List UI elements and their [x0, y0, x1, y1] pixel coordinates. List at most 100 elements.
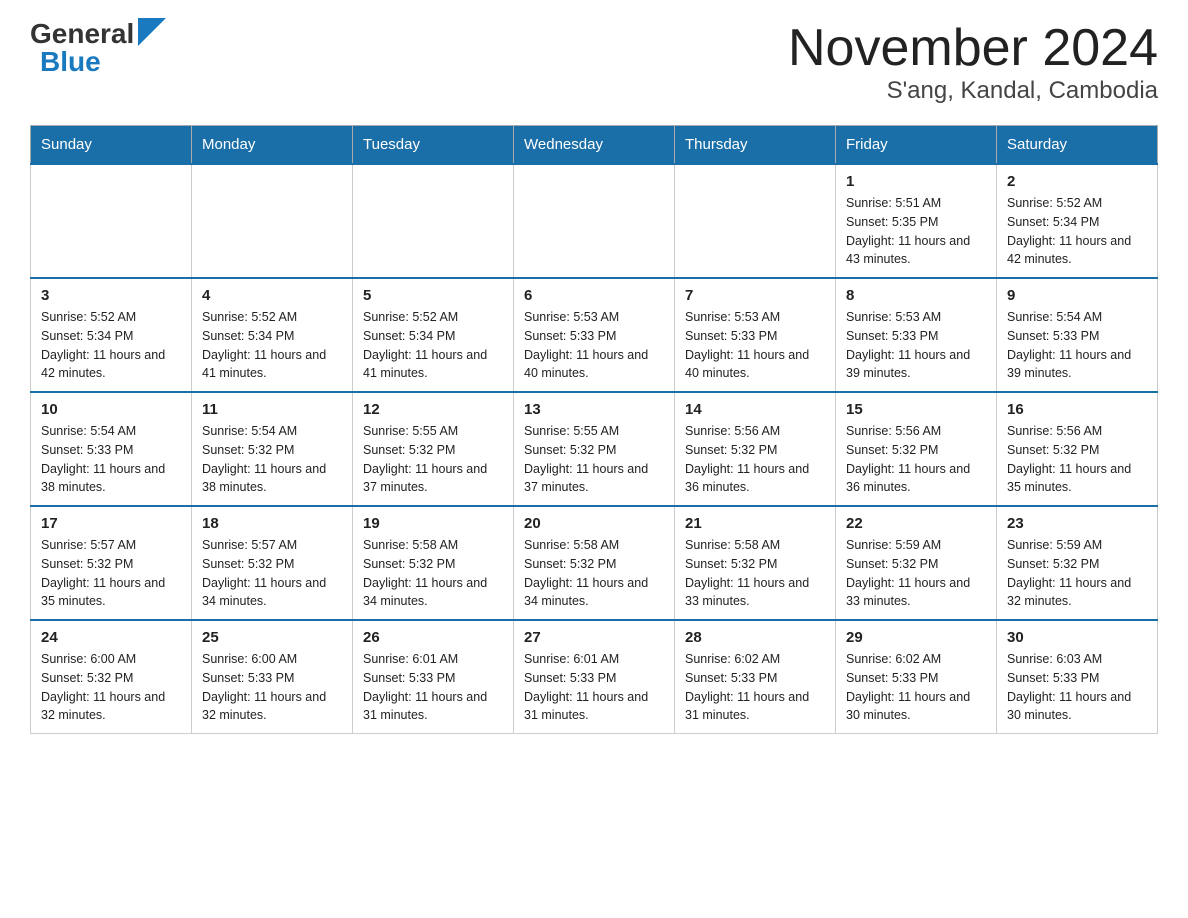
- day-number: 1: [846, 173, 986, 190]
- calendar-day-cell: 26 Sunrise: 6:01 AMSunset: 5:33 PMDayligh…: [353, 620, 514, 734]
- day-number: 23: [1007, 515, 1147, 532]
- day-number: 14: [685, 401, 825, 418]
- calendar-day-cell: 5 Sunrise: 5:52 AMSunset: 5:34 PMDaylight…: [353, 278, 514, 392]
- calendar-day-cell: [514, 164, 675, 278]
- day-number: 30: [1007, 629, 1147, 646]
- day-info: Sunrise: 5:55 AMSunset: 5:32 PMDaylight:…: [363, 422, 503, 497]
- day-info: Sunrise: 6:02 AMSunset: 5:33 PMDaylight:…: [685, 650, 825, 725]
- calendar-day-cell: 7 Sunrise: 5:53 AMSunset: 5:33 PMDaylight…: [675, 278, 836, 392]
- day-number: 12: [363, 401, 503, 418]
- calendar-day-cell: 27Sunrise: 6:01 AMSunset: 5:33 PMDayligh…: [514, 620, 675, 734]
- day-number: 9: [1007, 287, 1147, 304]
- day-info: Sunrise: 5:52 AMSunset: 5:34 PMDaylight:…: [41, 308, 181, 383]
- calendar-day-cell: 14 Sunrise: 5:56 AMSunset: 5:32 PMDayligh…: [675, 392, 836, 506]
- calendar-week-row: 1Sunrise: 5:51 AMSunset: 5:35 PMDaylight…: [31, 164, 1158, 278]
- calendar-day-cell: 4 Sunrise: 5:52 AMSunset: 5:34 PMDaylight…: [192, 278, 353, 392]
- day-info: Sunrise: 5:53 AMSunset: 5:33 PMDaylight:…: [846, 308, 986, 383]
- day-number: 16: [1007, 401, 1147, 418]
- day-number: 26: [363, 629, 503, 646]
- calendar-day-cell: 25 Sunrise: 6:00 AMSunset: 5:33 PMDayligh…: [192, 620, 353, 734]
- day-number: 21: [685, 515, 825, 532]
- calendar-table: SundayMondayTuesdayWednesdayThursdayFrid…: [30, 125, 1158, 734]
- day-of-week-header: Thursday: [675, 126, 836, 165]
- logo: General Blue: [30, 20, 166, 76]
- day-number: 6: [524, 287, 664, 304]
- calendar-day-cell: 16 Sunrise: 5:56 AMSunset: 5:32 PMDayligh…: [997, 392, 1158, 506]
- calendar-week-row: 10 Sunrise: 5:54 AMSunset: 5:33 PMDayligh…: [31, 392, 1158, 506]
- calendar-day-cell: 29 Sunrise: 6:02 AMSunset: 5:33 PMDayligh…: [836, 620, 997, 734]
- calendar-day-cell: [192, 164, 353, 278]
- calendar-day-cell: 13Sunrise: 5:55 AMSunset: 5:32 PMDayligh…: [514, 392, 675, 506]
- day-info: Sunrise: 5:57 AMSunset: 5:32 PMDaylight:…: [41, 536, 181, 611]
- page-header: General Blue November 2024 S'ang, Kandal…: [30, 20, 1158, 105]
- calendar-day-cell: 24 Sunrise: 6:00 AMSunset: 5:32 PMDayligh…: [31, 620, 192, 734]
- day-number: 19: [363, 515, 503, 532]
- day-number: 22: [846, 515, 986, 532]
- day-info: Sunrise: 5:56 AMSunset: 5:32 PMDaylight:…: [685, 422, 825, 497]
- day-number: 2: [1007, 173, 1147, 190]
- day-info: Sunrise: 5:56 AMSunset: 5:32 PMDaylight:…: [1007, 422, 1147, 497]
- calendar-day-cell: 30 Sunrise: 6:03 AMSunset: 5:33 PMDayligh…: [997, 620, 1158, 734]
- day-number: 29: [846, 629, 986, 646]
- day-info: Sunrise: 5:54 AMSunset: 5:33 PMDaylight:…: [41, 422, 181, 497]
- day-info: Sunrise: 5:55 AMSunset: 5:32 PMDaylight:…: [524, 422, 664, 497]
- calendar-day-cell: 23 Sunrise: 5:59 AMSunset: 5:32 PMDayligh…: [997, 506, 1158, 620]
- calendar-day-cell: 22 Sunrise: 5:59 AMSunset: 5:32 PMDayligh…: [836, 506, 997, 620]
- logo-triangle-icon: [138, 18, 166, 46]
- day-of-week-header: Saturday: [997, 126, 1158, 165]
- day-info: Sunrise: 5:53 AMSunset: 5:33 PMDaylight:…: [685, 308, 825, 383]
- day-number: 20: [524, 515, 664, 532]
- calendar-day-cell: 19 Sunrise: 5:58 AMSunset: 5:32 PMDayligh…: [353, 506, 514, 620]
- logo-general-text: General: [30, 20, 134, 48]
- day-of-week-header: Friday: [836, 126, 997, 165]
- calendar-day-cell: 10 Sunrise: 5:54 AMSunset: 5:33 PMDayligh…: [31, 392, 192, 506]
- calendar-day-cell: 11Sunrise: 5:54 AMSunset: 5:32 PMDayligh…: [192, 392, 353, 506]
- day-of-week-header: Sunday: [31, 126, 192, 165]
- day-number: 8: [846, 287, 986, 304]
- day-info: Sunrise: 6:01 AMSunset: 5:33 PMDaylight:…: [363, 650, 503, 725]
- day-info: Sunrise: 5:52 AMSunset: 5:34 PMDaylight:…: [202, 308, 342, 383]
- day-number: 10: [41, 401, 181, 418]
- day-info: Sunrise: 6:03 AMSunset: 5:33 PMDaylight:…: [1007, 650, 1147, 725]
- day-number: 24: [41, 629, 181, 646]
- day-number: 27: [524, 629, 664, 646]
- calendar-day-cell: [675, 164, 836, 278]
- day-number: 28: [685, 629, 825, 646]
- calendar-day-cell: 1Sunrise: 5:51 AMSunset: 5:35 PMDaylight…: [836, 164, 997, 278]
- calendar-week-row: 17 Sunrise: 5:57 AMSunset: 5:32 PMDayligh…: [31, 506, 1158, 620]
- day-info: Sunrise: 6:02 AMSunset: 5:33 PMDaylight:…: [846, 650, 986, 725]
- day-number: 5: [363, 287, 503, 304]
- day-number: 4: [202, 287, 342, 304]
- day-info: Sunrise: 5:57 AMSunset: 5:32 PMDaylight:…: [202, 536, 342, 611]
- day-info: Sunrise: 6:00 AMSunset: 5:33 PMDaylight:…: [202, 650, 342, 725]
- calendar-day-cell: 20 Sunrise: 5:58 AMSunset: 5:32 PMDayligh…: [514, 506, 675, 620]
- calendar-day-cell: 3 Sunrise: 5:52 AMSunset: 5:34 PMDaylight…: [31, 278, 192, 392]
- day-info: Sunrise: 5:53 AMSunset: 5:33 PMDaylight:…: [524, 308, 664, 383]
- day-info: Sunrise: 5:59 AMSunset: 5:32 PMDaylight:…: [846, 536, 986, 611]
- calendar-day-cell: 18Sunrise: 5:57 AMSunset: 5:32 PMDayligh…: [192, 506, 353, 620]
- day-info: Sunrise: 5:52 AMSunset: 5:34 PMDaylight:…: [1007, 194, 1147, 269]
- calendar-week-row: 24 Sunrise: 6:00 AMSunset: 5:32 PMDayligh…: [31, 620, 1158, 734]
- day-number: 15: [846, 401, 986, 418]
- day-number: 25: [202, 629, 342, 646]
- day-number: 11: [202, 401, 342, 418]
- calendar-title: November 2024: [788, 20, 1158, 77]
- day-number: 17: [41, 515, 181, 532]
- calendar-day-cell: 28 Sunrise: 6:02 AMSunset: 5:33 PMDayligh…: [675, 620, 836, 734]
- day-info: Sunrise: 5:58 AMSunset: 5:32 PMDaylight:…: [524, 536, 664, 611]
- day-info: Sunrise: 5:52 AMSunset: 5:34 PMDaylight:…: [363, 308, 503, 383]
- day-info: Sunrise: 5:58 AMSunset: 5:32 PMDaylight:…: [685, 536, 825, 611]
- day-info: Sunrise: 5:59 AMSunset: 5:32 PMDaylight:…: [1007, 536, 1147, 611]
- day-info: Sunrise: 5:58 AMSunset: 5:32 PMDaylight:…: [363, 536, 503, 611]
- day-number: 7: [685, 287, 825, 304]
- calendar-header-row: SundayMondayTuesdayWednesdayThursdayFrid…: [31, 126, 1158, 165]
- day-info: Sunrise: 6:00 AMSunset: 5:32 PMDaylight:…: [41, 650, 181, 725]
- day-info: Sunrise: 5:54 AMSunset: 5:33 PMDaylight:…: [1007, 308, 1147, 383]
- day-of-week-header: Tuesday: [353, 126, 514, 165]
- calendar-day-cell: 2 Sunrise: 5:52 AMSunset: 5:34 PMDaylight…: [997, 164, 1158, 278]
- calendar-day-cell: 15Sunrise: 5:56 AMSunset: 5:32 PMDayligh…: [836, 392, 997, 506]
- day-of-week-header: Monday: [192, 126, 353, 165]
- calendar-day-cell: 21 Sunrise: 5:58 AMSunset: 5:32 PMDayligh…: [675, 506, 836, 620]
- title-block: November 2024 S'ang, Kandal, Cambodia: [788, 20, 1158, 105]
- day-number: 3: [41, 287, 181, 304]
